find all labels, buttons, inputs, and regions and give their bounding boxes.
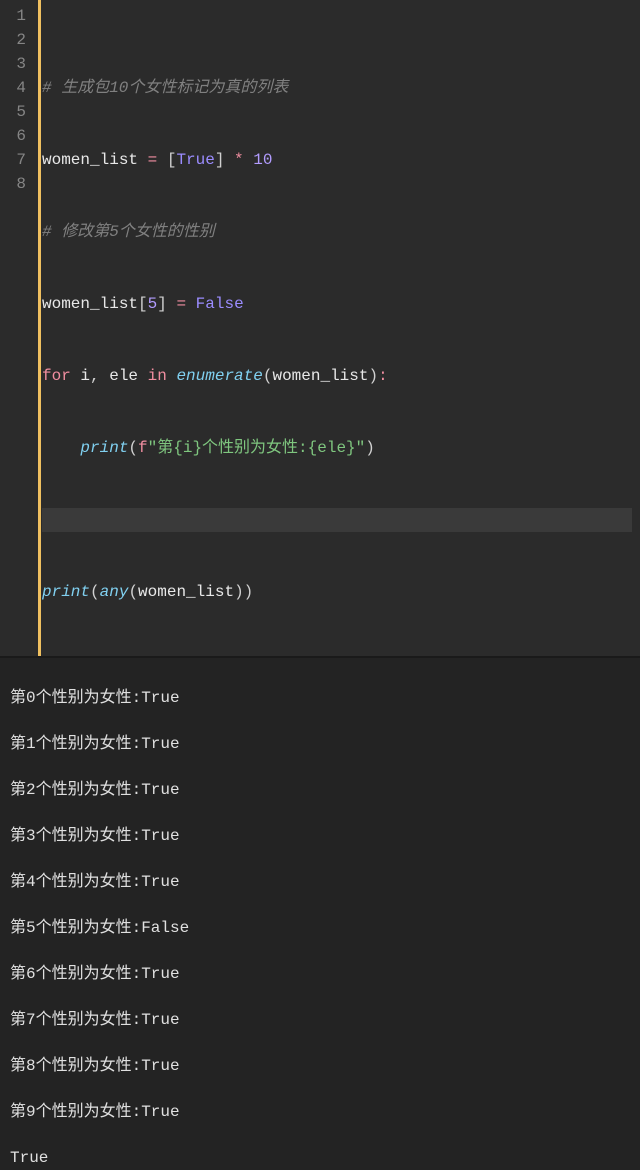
line-number: 5 bbox=[8, 100, 26, 124]
code-line[interactable]: print(any(women_list)) bbox=[42, 580, 632, 604]
line-number: 4 bbox=[8, 76, 26, 100]
comment: # 修改第5个女性的性别 bbox=[42, 223, 215, 241]
output-line: 第0个性别为女性:True bbox=[10, 687, 630, 710]
output-line: 第2个性别为女性:True bbox=[10, 779, 630, 802]
code-area[interactable]: # 生成包10个女性标记为真的列表 women_list = [True] * … bbox=[38, 0, 640, 656]
code-editor[interactable]: 1 2 3 4 5 6 7 8 # 生成包10个女性标记为真的列表 women_… bbox=[0, 0, 640, 658]
line-number: 1 bbox=[8, 4, 26, 28]
modified-marker bbox=[38, 0, 41, 656]
code-line[interactable]: women_list[5] = False bbox=[42, 292, 632, 316]
code-line[interactable]: # 修改第5个女性的性别 bbox=[42, 220, 632, 244]
output-line: 第8个性别为女性:True bbox=[10, 1055, 630, 1078]
output-line: 第6个性别为女性:True bbox=[10, 963, 630, 986]
line-number: 7 bbox=[8, 148, 26, 172]
output-line: 第1个性别为女性:True bbox=[10, 733, 630, 756]
code-line-current[interactable] bbox=[42, 508, 632, 532]
line-number-gutter: 1 2 3 4 5 6 7 8 bbox=[0, 0, 38, 656]
line-number: 6 bbox=[8, 124, 26, 148]
output-line: 第9个性别为女性:True bbox=[10, 1101, 630, 1124]
comment: # 生成包10个女性标记为真的列表 bbox=[42, 79, 288, 97]
output-line: 第3个性别为女性:True bbox=[10, 825, 630, 848]
line-number: 8 bbox=[8, 172, 26, 196]
line-number: 2 bbox=[8, 28, 26, 52]
code-line[interactable]: # 生成包10个女性标记为真的列表 bbox=[42, 76, 632, 100]
code-line[interactable]: print(f"第{i}个性别为女性:{ele}") bbox=[42, 436, 632, 460]
output-panel: 第0个性别为女性:True 第1个性别为女性:True 第2个性别为女性:Tru… bbox=[0, 658, 640, 1170]
output-line: 第7个性别为女性:True bbox=[10, 1009, 630, 1032]
output-line: 第4个性别为女性:True bbox=[10, 871, 630, 894]
code-line[interactable]: women_list = [True] * 10 bbox=[42, 148, 632, 172]
line-number: 3 bbox=[8, 52, 26, 76]
output-line: 第5个性别为女性:False bbox=[10, 917, 630, 940]
code-line[interactable]: for i, ele in enumerate(women_list): bbox=[42, 364, 632, 388]
output-line: True bbox=[10, 1147, 630, 1170]
